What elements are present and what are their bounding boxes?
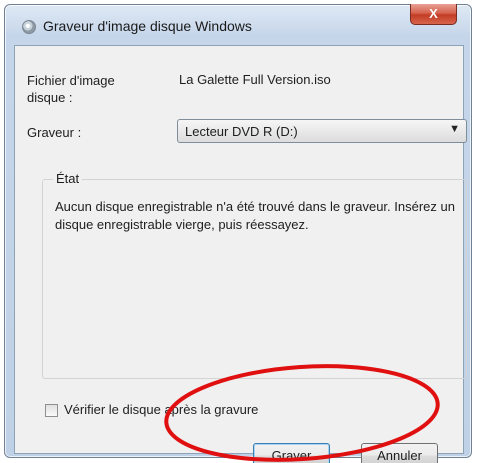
verify-checkbox[interactable] — [45, 404, 58, 417]
burner-selected-value: Lecteur DVD R (D:) — [185, 124, 298, 139]
burner-label: Graveur : — [27, 125, 82, 140]
dialog-body: Fichier d'image disque : La Galette Full… — [14, 45, 467, 463]
disc-icon — [22, 20, 36, 34]
burner-select[interactable]: Lecteur DVD R (D:) ▼ — [177, 119, 467, 143]
window-title: Graveur d'image disque Windows — [43, 18, 252, 34]
verify-checkbox-label[interactable]: Vérifier le disque après la gravure — [64, 402, 258, 417]
cancel-button[interactable]: Annuler — [361, 443, 438, 463]
close-button[interactable]: X — [410, 4, 457, 25]
burn-button[interactable]: Graver — [253, 443, 330, 463]
status-group: État Aucun disque enregistrable n'a été … — [42, 171, 467, 379]
dialog-window: Graveur d'image disque Windows X Fichier… — [4, 4, 472, 463]
title-bar[interactable]: Graveur d'image disque Windows X — [5, 4, 471, 41]
chevron-down-icon[interactable]: ▼ — [449, 123, 460, 135]
image-file-label: Fichier d'image disque : — [27, 73, 115, 105]
status-legend: État — [53, 171, 83, 186]
image-file-value: La Galette Full Version.iso — [179, 72, 331, 87]
status-message: Aucun disque enregistrable n'a été trouv… — [55, 199, 455, 232]
